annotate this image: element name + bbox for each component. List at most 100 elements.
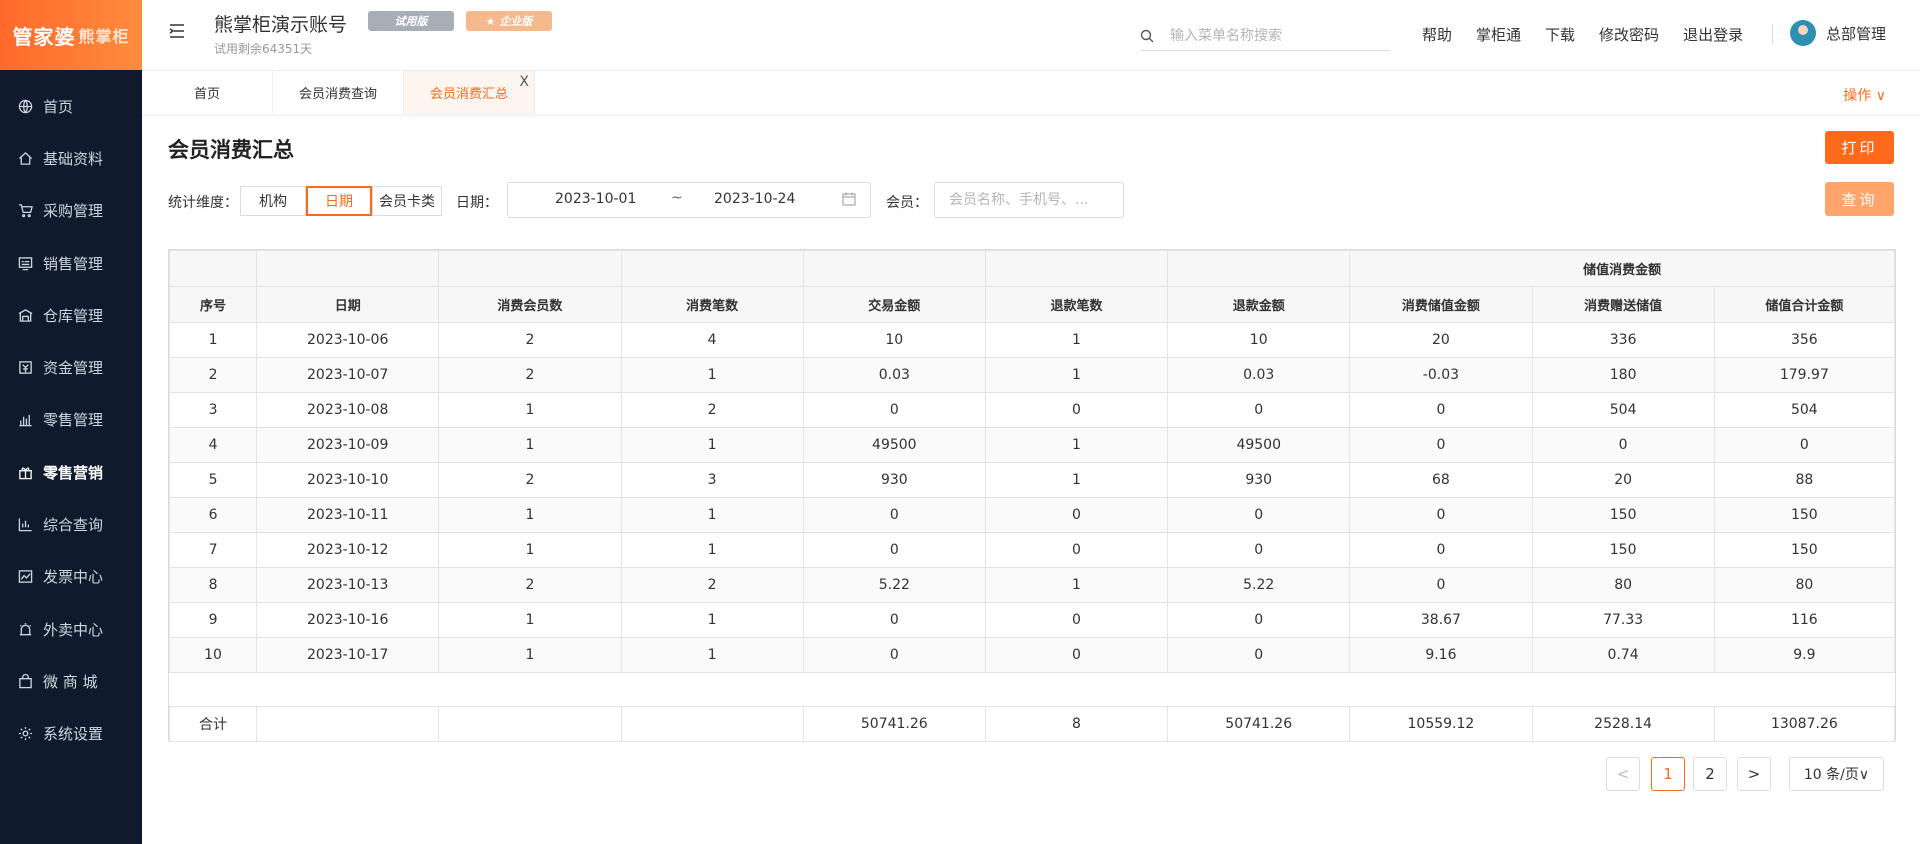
tab-home[interactable]: 首页 [142, 71, 273, 114]
member-label: 会员： [886, 195, 928, 211]
sidebar-item-3[interactable]: 销售管理 [0, 237, 142, 289]
table-cell: 1 [168, 322, 258, 358]
table-cell: 5.22 [802, 567, 986, 603]
table-cell: 10 [168, 637, 258, 673]
sidebar-item-label: 零售营销 [43, 463, 104, 482]
table-row[interactable]: 10 2023-10-17 1 1 0 0 0 9.16 0.74 9.9 [168, 637, 1896, 673]
sidebar-item-2[interactable]: 采购管理 [0, 185, 142, 237]
table-cell: 1 [984, 462, 1169, 498]
sidebar-item-1[interactable]: 基础资料 [0, 132, 142, 184]
table-cell: 38.67 [1349, 602, 1533, 638]
header-divider [1772, 24, 1773, 44]
table-cell: 0 [1167, 497, 1351, 533]
table-cell: 2 [438, 462, 622, 498]
table-row[interactable]: 6 2023-10-11 1 1 0 0 0 0 150 150 [168, 497, 1896, 533]
table-cell: 5 [168, 462, 258, 498]
sidebar-item-0[interactable]: 首页 [0, 80, 142, 132]
table-cell: 150 [1713, 532, 1896, 568]
print-button[interactable]: 打印 [1825, 131, 1894, 164]
help-link[interactable]: 帮助 [1422, 24, 1452, 45]
sidebar-item-4[interactable]: 仓库管理 [0, 289, 142, 341]
menu-search-input[interactable] [1168, 27, 1382, 45]
summary-row: 合计 50741.26 8 50741.26 10559.12 2528.14 13087.… [168, 706, 1896, 742]
user-menu[interactable]: 总部管理 [1790, 20, 1886, 46]
brand-logo[interactable]: 管家婆 熊掌柜 [0, 0, 142, 70]
sidebar-item-label: 基础资料 [43, 149, 104, 168]
sidebar-item-label: 资金管理 [43, 359, 104, 378]
table-cell: 2023-10-17 [256, 637, 440, 673]
summary-cell [256, 706, 440, 742]
download-link[interactable]: 下载 [1545, 24, 1575, 45]
table-cell: 3 [168, 392, 258, 428]
table-cell: 0 [802, 637, 986, 673]
column-header: 序号 [168, 286, 258, 323]
avatar [1790, 20, 1816, 46]
zhangguitong-link[interactable]: 掌柜通 [1476, 24, 1521, 45]
table-cell: 1 [438, 392, 622, 428]
page-title: 会员消费汇总 [168, 138, 294, 162]
dimension-option-org[interactable]: 机构 [240, 186, 306, 216]
tab-member-consume-summary[interactable]: 会员消费汇总 X [404, 71, 535, 114]
table-cell: 49500 [1167, 427, 1351, 463]
table-cell: 1 [438, 497, 622, 533]
member-search-input[interactable] [947, 191, 1111, 209]
brand-name: 管家婆 [12, 24, 76, 49]
menu-toggle-icon[interactable] [168, 22, 186, 40]
prev-page-button[interactable]: < [1606, 757, 1640, 791]
bar-chart-icon [17, 412, 33, 428]
summary-cell: 合计 [168, 706, 258, 742]
table-row[interactable]: 7 2023-10-12 1 1 0 0 0 0 150 150 [168, 532, 1896, 568]
page-1-button[interactable]: 1 [1651, 757, 1685, 791]
tab-member-consume-query[interactable]: 会员消费查询 [273, 71, 404, 114]
next-page-button[interactable]: > [1737, 757, 1771, 791]
table-cell: 0 [1713, 427, 1896, 463]
sidebar-item-label: 销售管理 [43, 254, 104, 273]
table-cell: 0 [984, 602, 1169, 638]
top-header: 熊掌柜演示账号 试用版 ★ 企业版 试用剩余64351天 帮助 掌柜通 下载 修… [142, 0, 1920, 71]
table-cell: 179.97 [1713, 357, 1896, 393]
sidebar-item-9[interactable]: 发票中心 [0, 551, 142, 603]
date-to: 2023-10-24 [714, 191, 796, 207]
sidebar-item-7[interactable]: 零售营销 [0, 446, 142, 498]
query-button[interactable]: 查询 [1825, 182, 1894, 216]
table-cell: 0 [802, 497, 986, 533]
table-cell: -0.03 [1349, 357, 1533, 393]
table-cell: 1 [438, 427, 622, 463]
dimension-option-cardtype[interactable]: 会员卡类 [372, 186, 442, 216]
sidebar-item-11[interactable]: 微 商 城 [0, 655, 142, 707]
summary-cell: 13087.26 [1713, 706, 1896, 742]
globe-icon [17, 98, 33, 114]
table-row[interactable]: 1 2023-10-06 2 4 10 1 10 20 336 356 [168, 322, 1896, 358]
summary-cell: 8 [984, 706, 1169, 742]
table-row[interactable]: 9 2023-10-16 1 1 0 0 0 38.67 77.33 116 [168, 602, 1896, 638]
sidebar-item-12[interactable]: 系统设置 [0, 708, 142, 760]
table-cell: 180 [1531, 357, 1715, 393]
table-row[interactable]: 5 2023-10-10 2 3 930 1 930 68 20 88 [168, 462, 1896, 498]
summary-table: 储值消费金额 序号 日期 消费会员数 消费笔数 交易金额 退款笔数 退款金额 消费储值金额 消费… [168, 249, 1896, 742]
logout-link[interactable]: 退出登录 [1683, 24, 1743, 45]
sidebar-item-6[interactable]: 零售管理 [0, 394, 142, 446]
operations-menu[interactable]: 操作 ∨ [1843, 85, 1886, 105]
stored-value-group-header: 储值消费金额 [1349, 250, 1895, 287]
sidebar-item-10[interactable]: 外卖中心 [0, 603, 142, 655]
table-cell: 2023-10-08 [256, 392, 440, 428]
user-name: 总部管理 [1826, 24, 1887, 43]
sidebar-item-5[interactable]: 资金管理 [0, 341, 142, 393]
table-row[interactable]: 8 2023-10-13 2 2 5.22 1 5.22 0 80 80 [168, 567, 1896, 603]
date-range-picker[interactable]: 2023-10-01 ~ 2023-10-24 [507, 182, 871, 218]
change-password-link[interactable]: 修改密码 [1599, 24, 1659, 45]
table-cell: 1 [620, 637, 804, 673]
table-cell: 930 [802, 462, 986, 498]
close-icon[interactable]: X [519, 74, 529, 90]
table-row[interactable]: 4 2023-10-09 1 1 49500 1 49500 0 0 0 [168, 427, 1896, 463]
page-2-button[interactable]: 2 [1693, 757, 1727, 791]
table-cell: 116 [1713, 602, 1896, 638]
gear-icon [17, 726, 33, 742]
dimension-option-date[interactable]: 日期 [306, 186, 372, 216]
table-row[interactable]: 3 2023-10-08 1 2 0 0 0 0 504 504 [168, 392, 1896, 428]
page-size-select[interactable]: 10 条/页∨ [1789, 757, 1884, 791]
sidebar-item-8[interactable]: 综合查询 [0, 498, 142, 550]
table-cell: 0 [1167, 392, 1351, 428]
table-row[interactable]: 2 2023-10-07 2 1 0.03 1 0.03 -0.03 180 179.97 [168, 357, 1896, 393]
stats-icon [17, 517, 33, 533]
